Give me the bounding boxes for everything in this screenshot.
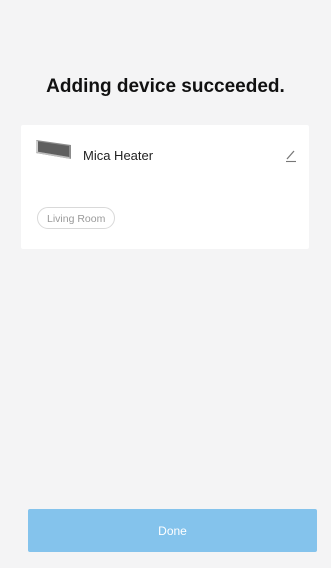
page-title: Adding device succeeded.	[46, 76, 285, 97]
pencil-icon[interactable]	[283, 147, 299, 163]
heater-icon	[34, 137, 74, 161]
device-card: Mica Heater Living Room	[21, 125, 309, 249]
done-button[interactable]: Done	[28, 509, 317, 552]
device-name: Mica Heater	[83, 148, 154, 163]
room-tag[interactable]: Living Room	[37, 207, 116, 229]
